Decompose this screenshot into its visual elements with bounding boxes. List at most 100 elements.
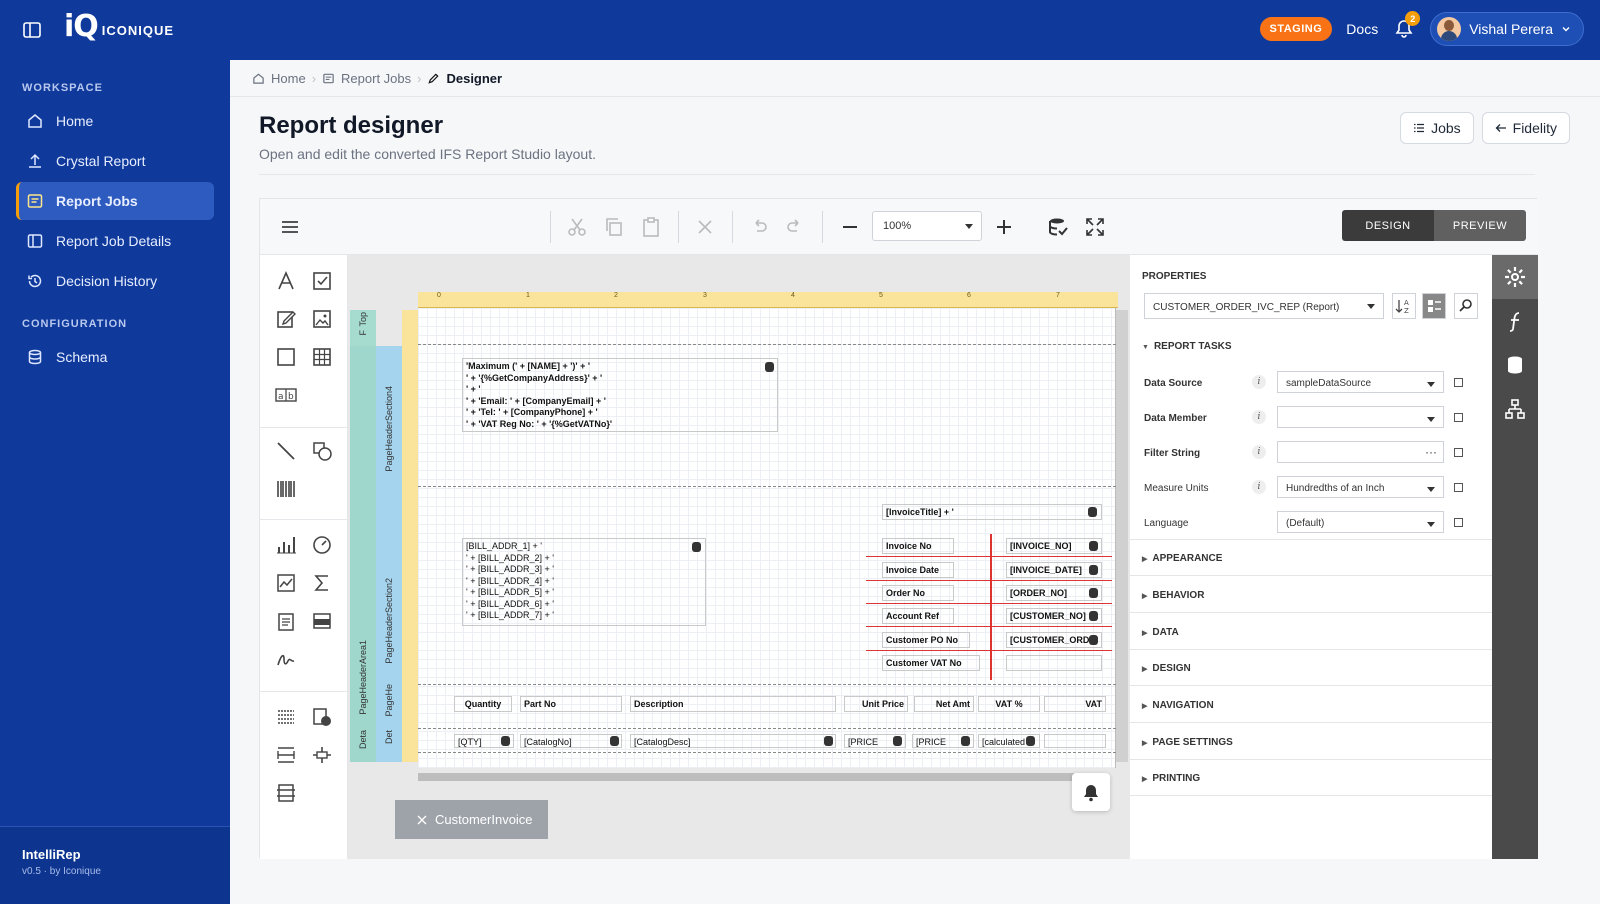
picture-tool-icon[interactable] [310, 307, 334, 331]
fidelity-button[interactable]: Fidelity [1481, 112, 1570, 144]
section-printing[interactable]: ▶ PRINTING [1142, 773, 1200, 784]
logo[interactable]: iQ ICONIQUE [64, 12, 174, 42]
report-explorer-icon[interactable] [1503, 397, 1527, 421]
data-source-checkbox[interactable] [1454, 378, 1463, 387]
measure-units-checkbox[interactable] [1454, 483, 1463, 492]
detail-field-catalog-desc[interactable]: [CatalogDesc] [630, 734, 836, 748]
sidebar-item-report-job-details[interactable]: Report Job Details [16, 222, 214, 260]
column-header-quantity[interactable]: Quantity [454, 696, 512, 712]
info-icon[interactable]: i [1252, 410, 1266, 424]
sidebar-item-home[interactable]: Home [16, 102, 214, 140]
section-behavior[interactable]: ▶ BEHAVIOR [1142, 590, 1204, 601]
table-of-contents-tool-icon[interactable] [274, 705, 298, 729]
sparkline-tool-icon[interactable] [274, 571, 298, 595]
checkbox-tool-icon[interactable] [310, 269, 334, 293]
user-menu[interactable]: Vishal Perera [1430, 12, 1584, 46]
sidebar-item-schema[interactable]: Schema [16, 338, 214, 376]
detail-field-vat[interactable] [1044, 734, 1106, 748]
panel-tool-icon[interactable] [274, 345, 298, 369]
label-tool-icon[interactable] [274, 269, 298, 293]
data-member-checkbox[interactable] [1454, 413, 1463, 422]
invoice-date-label[interactable]: Invoice Date [882, 562, 954, 578]
sidebar-item-report-jobs[interactable]: Report Jobs [16, 182, 214, 220]
copy-icon[interactable] [602, 215, 626, 239]
order-no-label[interactable]: Order No [882, 585, 954, 601]
company-info-field[interactable]: 'Maximum (' + [NAME] + ')' + ' ' + '{%Ge… [462, 358, 778, 432]
info-icon[interactable]: i [1252, 375, 1266, 389]
sort-alpha-button[interactable]: AZ [1392, 293, 1416, 319]
gauge-tool-icon[interactable] [310, 533, 334, 557]
character-comb-tool-icon[interactable]: ab [274, 383, 298, 407]
delete-icon[interactable] [693, 215, 717, 239]
zoom-out-icon[interactable] [838, 215, 862, 239]
section-report-tasks[interactable]: ▼ REPORT TASKS [1142, 341, 1232, 352]
preview-mode-button[interactable]: PREVIEW [1434, 210, 1526, 241]
undo-icon[interactable] [747, 215, 771, 239]
signature-tool-icon[interactable] [274, 647, 298, 671]
breadcrumb-report-jobs[interactable]: Report Jobs [341, 71, 411, 86]
search-button[interactable] [1454, 293, 1478, 319]
invoice-date-value[interactable]: [INVOICE_DATE] [1006, 562, 1102, 578]
categorized-button[interactable] [1422, 293, 1446, 319]
sidebar-toggle-icon[interactable] [22, 20, 42, 40]
fullscreen-icon[interactable] [1083, 215, 1107, 239]
account-ref-label[interactable]: Account Ref [882, 608, 954, 624]
design-surface[interactable]: Top F PageHeaderSection4 PageHeaderSecti… [348, 255, 1130, 859]
pdf-tool-icon[interactable] [310, 609, 334, 633]
breadcrumb-home[interactable]: Home [271, 71, 306, 86]
column-header-vat-percent[interactable]: VAT % [978, 696, 1040, 712]
field-list-database-icon[interactable] [1503, 353, 1527, 377]
table-tool-icon[interactable] [310, 345, 334, 369]
bill-address-field[interactable]: [BILL_ADDR_1] + ' ' + [BILL_ADDR_2] + ' … [462, 538, 706, 626]
cross-band-line-tool-icon[interactable] [310, 743, 334, 767]
close-icon[interactable] [417, 815, 427, 825]
language-select[interactable]: (Default) [1277, 511, 1444, 533]
zoom-in-icon[interactable] [992, 215, 1016, 239]
menu-icon[interactable] [278, 215, 302, 239]
customer-po-label[interactable]: Customer PO No [882, 632, 970, 648]
docs-link[interactable]: Docs [1346, 21, 1378, 37]
cross-band-box-tool-icon[interactable] [274, 781, 298, 805]
data-member-select[interactable] [1277, 406, 1444, 428]
redo-icon[interactable] [783, 215, 807, 239]
summary-tool-icon[interactable] [310, 571, 334, 595]
column-header-vat[interactable]: VAT [1044, 696, 1106, 712]
column-header-net-amt[interactable]: Net Amt [914, 696, 974, 712]
shape-tool-icon[interactable] [310, 439, 334, 463]
chart-tool-icon[interactable] [274, 533, 298, 557]
function-icon[interactable] [1503, 309, 1527, 333]
filter-string-field[interactable] [1277, 441, 1444, 463]
rich-text-tool-icon[interactable] [274, 307, 298, 331]
section-navigation[interactable]: ▶ NAVIGATION [1142, 700, 1214, 711]
gear-icon[interactable] [1503, 265, 1527, 289]
column-header-description[interactable]: Description [630, 696, 836, 712]
zoom-select[interactable]: 100% [872, 211, 982, 241]
customer-no-value[interactable]: [CUSTOMER_NO] [1006, 608, 1102, 624]
invoice-no-label[interactable]: Invoice No [882, 538, 954, 554]
barcode-tool-icon[interactable] [274, 477, 298, 501]
cut-icon[interactable] [565, 215, 589, 239]
horizontal-scrollbar[interactable] [418, 773, 1108, 781]
info-icon[interactable]: i [1252, 480, 1266, 494]
invoice-no-value[interactable]: [INVOICE_NO] [1006, 538, 1102, 554]
detail-field-catalog-no[interactable]: [CatalogNo] [520, 734, 622, 748]
notifications-button[interactable]: 2 [1392, 11, 1421, 41]
column-header-part-no[interactable]: Part No [520, 696, 622, 712]
validate-icon[interactable] [1046, 215, 1070, 239]
invoice-title-field[interactable]: [InvoiceTitle] + ' [882, 504, 1102, 520]
customer-vat-label[interactable]: Customer VAT No [882, 655, 980, 671]
section-data[interactable]: ▶ DATA [1142, 627, 1179, 638]
customer-vat-value[interactable] [1006, 655, 1102, 671]
order-no-value[interactable]: [ORDER_NO] [1006, 585, 1102, 601]
sidebar-item-crystal-report[interactable]: Crystal Report [16, 142, 214, 180]
paste-icon[interactable] [639, 215, 663, 239]
measure-units-select[interactable]: Hundredths of an Inch [1277, 476, 1444, 498]
vertical-scrollbar[interactable] [1116, 310, 1128, 762]
language-checkbox[interactable] [1454, 518, 1463, 527]
info-icon[interactable]: i [1252, 445, 1266, 459]
subreport-tool-icon[interactable] [274, 609, 298, 633]
section-appearance[interactable]: ▶ APPEARANCE [1142, 553, 1222, 564]
section-design[interactable]: ▶ DESIGN [1142, 663, 1191, 674]
filter-string-checkbox[interactable] [1454, 448, 1463, 457]
line-tool-icon[interactable] [274, 439, 298, 463]
